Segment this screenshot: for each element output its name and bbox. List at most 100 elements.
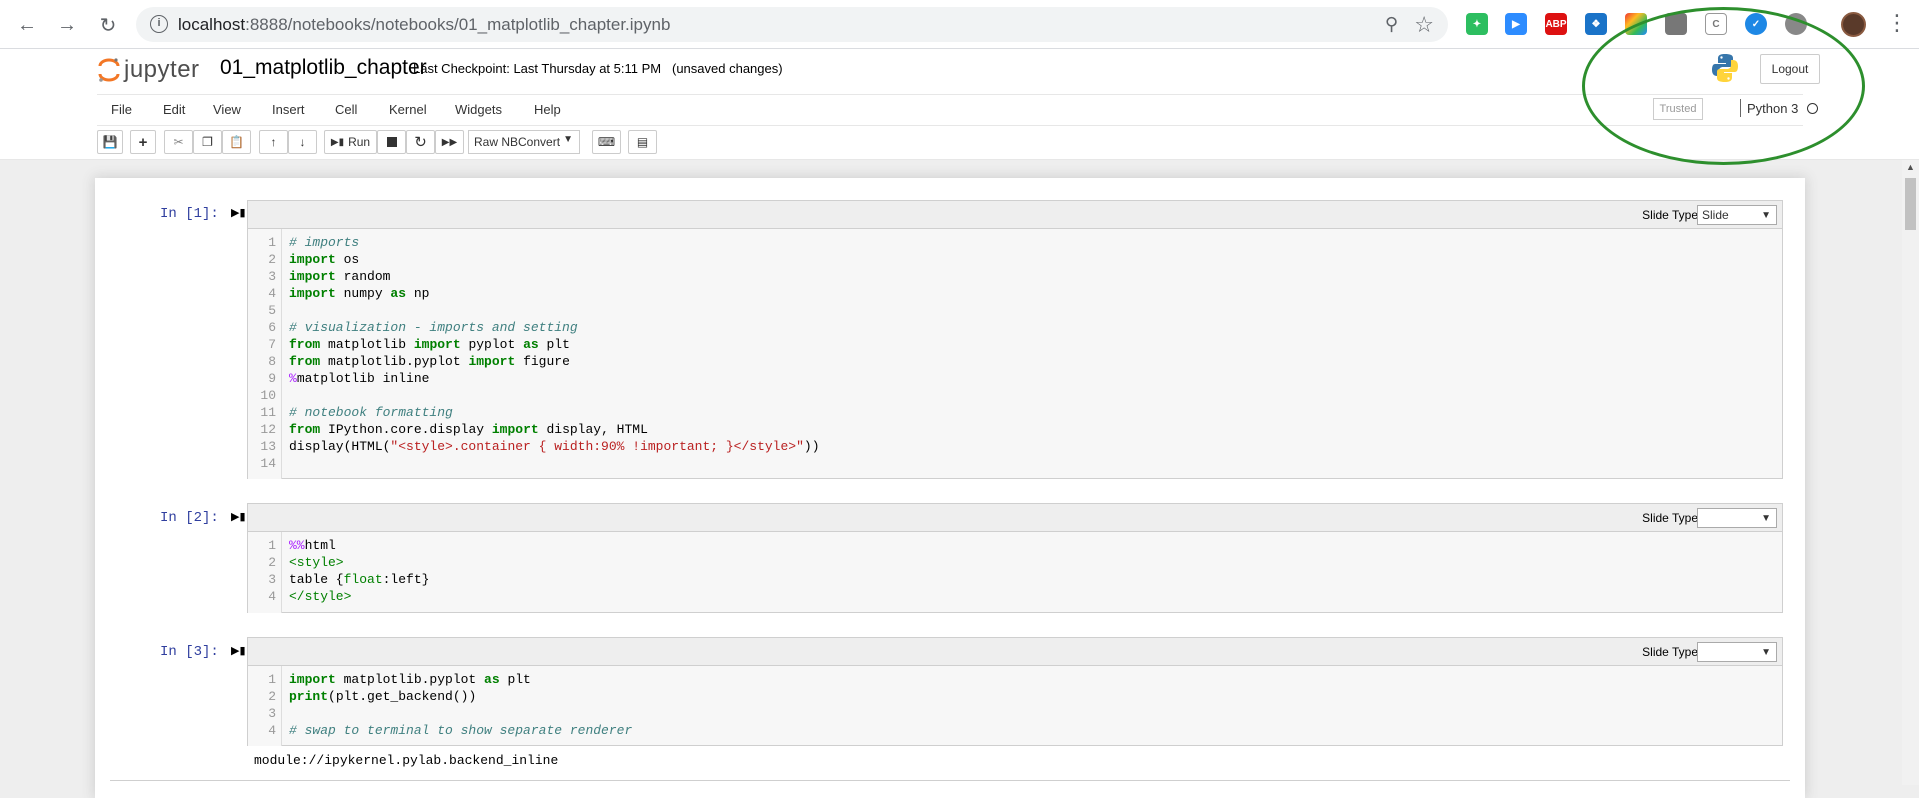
paste-button[interactable]: 📋	[222, 130, 251, 154]
cell-prompt: In [2]:	[160, 510, 219, 526]
run-cell-icon[interactable]: ▶▮	[231, 644, 246, 657]
code-cell[interactable]: Slide Type ▼ 1 %%html 2 <style> 3 table {fl…	[247, 503, 1783, 613]
cell-output: module://ipykernel.pylab.backend_inline	[254, 753, 559, 768]
menu-widgets[interactable]: Widgets	[455, 102, 502, 117]
code-editor[interactable]: 1 import matplotlib.pyplot as plt 2 print(…	[248, 666, 1782, 746]
url-text[interactable]: localhost:8888/notebooks/notebooks/01_ma…	[178, 15, 670, 35]
code-line: # imports	[289, 235, 360, 250]
code-line: from IPython.core.display import display…	[289, 422, 648, 437]
line-number: 3	[268, 706, 276, 721]
code-line: from matplotlib import pyplot as plt	[289, 337, 570, 352]
code-cell[interactable]: Slide Type Slide ▼ 1 # imports 2 import os …	[247, 200, 1783, 479]
slide-type-select[interactable]: ▼	[1697, 642, 1777, 662]
line-number: 1	[268, 672, 276, 687]
chevron-down-icon: ▼	[1761, 513, 1771, 524]
menu-insert[interactable]: Insert	[272, 102, 305, 117]
safari-compass-icon[interactable]: ❖	[1585, 13, 1607, 35]
move-up-button[interactable]: ↑	[259, 130, 288, 154]
back-icon[interactable]: ←	[12, 10, 42, 40]
menu-file[interactable]: File	[111, 102, 132, 117]
bar-chart-icon: ▤	[636, 135, 649, 149]
slide-type-select[interactable]: ▼	[1697, 508, 1777, 528]
code-line: import random	[289, 269, 391, 284]
scrollbar[interactable]: ▲	[1902, 160, 1919, 785]
slide-toolbar: Slide Type ▼	[248, 638, 1782, 666]
code-editor[interactable]: 1 %%html 2 <style> 3 table {float:left} 4 </…	[248, 532, 1782, 613]
line-number: 3	[268, 572, 276, 587]
paste-icon: 📋	[229, 135, 244, 149]
evernote-icon[interactable]: ✦	[1466, 13, 1488, 35]
url-path: :8888/notebooks/notebooks/01_matplotlib_…	[245, 15, 671, 34]
kernel-divider	[1740, 99, 1741, 117]
chevron-down-icon: ▼	[1761, 210, 1771, 221]
copy-button[interactable]: ❐	[193, 130, 222, 154]
logout-button[interactable]: Logout	[1760, 54, 1820, 84]
avatar[interactable]	[1841, 12, 1866, 37]
slide-toolbar: Slide Type Slide ▼	[248, 201, 1782, 229]
python-logo-icon	[1712, 54, 1738, 82]
code-line: from matplotlib.pyplot import figure	[289, 354, 570, 369]
arrow-down-icon: ↓	[299, 135, 306, 149]
menu-help[interactable]: Help	[534, 102, 561, 117]
checkpoint-status: Last Checkpoint: Last Thursday at 5:11 P…	[413, 61, 662, 76]
zoom-icon[interactable]: ▶	[1505, 13, 1527, 35]
circle-icon[interactable]	[1785, 13, 1807, 35]
chevron-down-icon: ▼	[563, 134, 573, 145]
clipboard-icon[interactable]: C	[1705, 13, 1727, 35]
cut-button[interactable]: ✂	[164, 130, 193, 154]
chart-button[interactable]: ▤	[628, 130, 657, 154]
adblock-icon[interactable]: ABP	[1545, 13, 1567, 35]
run-button[interactable]: ▶▮ Run	[324, 130, 377, 154]
slide-type-value: Slide	[1702, 208, 1729, 222]
restart-run-all-button[interactable]: ▶▶	[435, 130, 464, 154]
trusted-indicator[interactable]: Trusted	[1653, 98, 1703, 120]
menu-kernel[interactable]: Kernel	[389, 102, 427, 117]
code-line: import os	[289, 252, 360, 267]
run-cell-icon[interactable]: ▶▮	[231, 206, 246, 219]
zoom-icon[interactable]: ⚲	[1385, 14, 1398, 35]
line-number: 8	[268, 354, 276, 369]
command-palette-button[interactable]: ⌨	[592, 130, 621, 154]
scrollbar-thumb[interactable]	[1905, 178, 1916, 230]
jupyter-logo[interactable]: jupyter	[98, 55, 200, 85]
forward-icon[interactable]: →	[52, 10, 82, 40]
folder-icon[interactable]	[1665, 13, 1687, 35]
menubar: File Edit View Insert Cell Kernel Widget…	[97, 94, 1803, 126]
checkmark-icon[interactable]: ✓	[1745, 13, 1767, 35]
bookmark-star-icon[interactable]: ☆	[1414, 12, 1434, 38]
slide-type-select[interactable]: Slide ▼	[1697, 205, 1777, 225]
cell-prompt: In [1]:	[160, 206, 219, 222]
copy-icon: ❐	[202, 135, 213, 149]
stop-icon	[386, 137, 397, 147]
chevron-down-icon: ▼	[1761, 647, 1771, 658]
autosave-status: (unsaved changes)	[672, 61, 783, 76]
code-line: %%html	[289, 538, 336, 553]
menu-view[interactable]: View	[213, 102, 241, 117]
menu-cell[interactable]: Cell	[335, 102, 357, 117]
code-line: %matplotlib inline	[289, 371, 430, 386]
notebook-name[interactable]: 01_matplotlib_chapter	[220, 56, 427, 80]
interrupt-button[interactable]	[377, 130, 406, 154]
line-number: 3	[268, 269, 276, 284]
restart-icon: ↻	[414, 134, 427, 151]
save-button[interactable]: 💾	[97, 130, 123, 154]
colorwheel-icon[interactable]	[1625, 13, 1647, 35]
browser-menu-icon[interactable]: ⋮	[1886, 10, 1908, 36]
fast-forward-icon: ▶▶	[441, 136, 458, 148]
address-bar[interactable]: i localhost:8888/notebooks/notebooks/01_…	[136, 7, 1448, 42]
code-editor[interactable]: 1 # imports 2 import os 3 import random 4 im…	[248, 229, 1782, 479]
code-cell[interactable]: Slide Type ▼ 1 import matplotlib.pyplot a…	[247, 637, 1783, 746]
run-cell-icon[interactable]: ▶▮	[231, 510, 246, 523]
line-number: 11	[260, 405, 276, 420]
site-info-icon[interactable]: i	[150, 15, 168, 33]
code-line: import numpy as np	[289, 286, 430, 301]
reload-icon[interactable]: ↻	[93, 10, 123, 40]
cell-type-select[interactable]: Raw NBConvert ▼	[468, 130, 580, 154]
restart-button[interactable]: ↻	[406, 130, 435, 154]
scroll-up-icon[interactable]: ▲	[1906, 162, 1915, 172]
menu-edit[interactable]: Edit	[163, 102, 185, 117]
move-down-button[interactable]: ↓	[288, 130, 317, 154]
browser-toolbar: ← → ↻ i localhost:8888/notebooks/noteboo…	[0, 0, 1919, 49]
code-line: </style>	[289, 589, 352, 604]
insert-cell-button[interactable]: +	[130, 130, 156, 154]
